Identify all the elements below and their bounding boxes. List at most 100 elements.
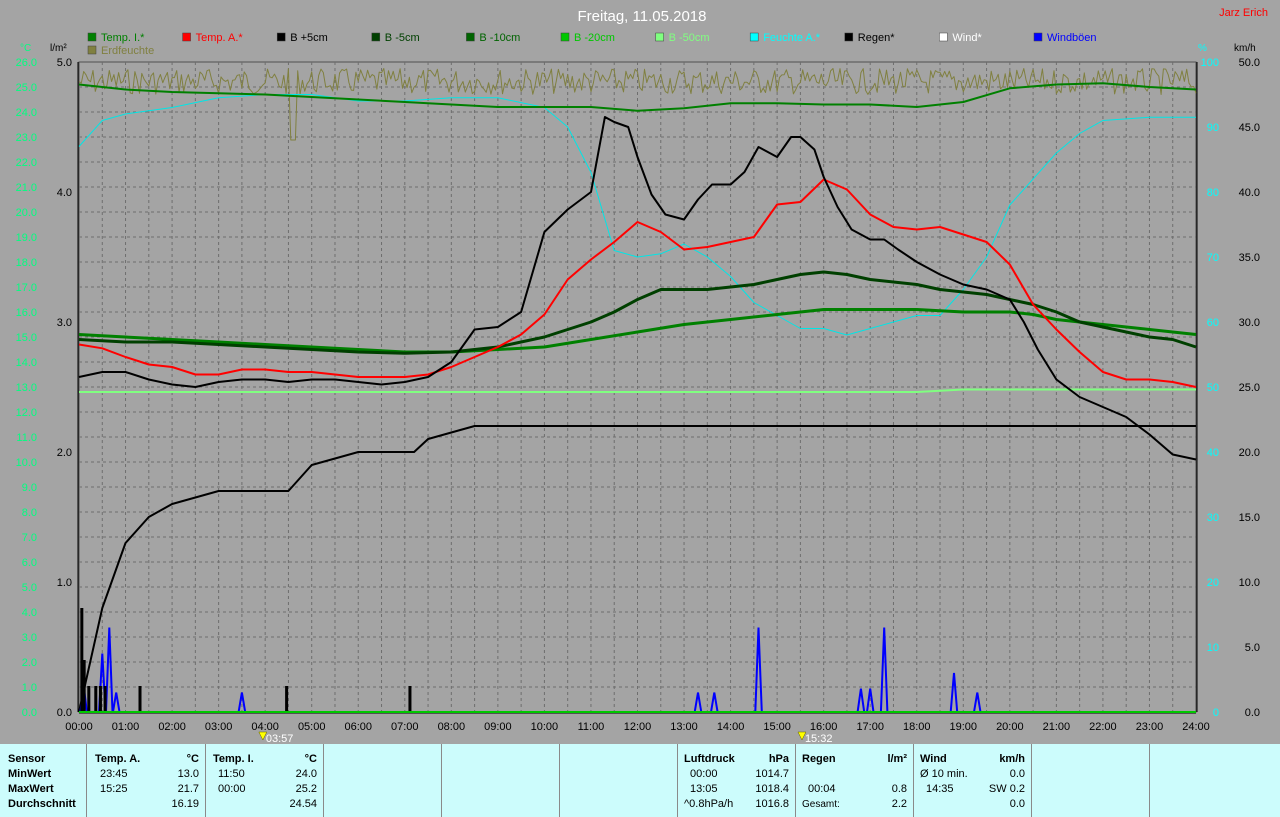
humidity-tick-label: 100 — [1201, 57, 1219, 69]
humidity-tick-label: 10 — [1207, 642, 1219, 654]
time-tick-label: 23:00 — [1136, 721, 1164, 733]
time-tick-label: 20:00 — [996, 721, 1024, 733]
temp-tick-label: 13.0 — [16, 382, 37, 394]
legend-swatch — [87, 32, 97, 42]
rain-bar — [138, 686, 142, 712]
temp-tick-label: 20.0 — [16, 207, 37, 219]
legend-label: Regen* — [858, 32, 895, 44]
temp-tick-label: 23.0 — [16, 132, 37, 144]
rain-bar — [103, 686, 107, 712]
wind-tick-label: 15.0 — [1239, 512, 1260, 524]
time-tick-label: 04:00 — [251, 721, 279, 733]
temp-i-avg: 24.54 — [289, 798, 317, 810]
humidity-tick-label: 40 — [1207, 447, 1219, 459]
rain-tick-label: 3.0 — [57, 317, 72, 329]
rain-bar — [408, 686, 412, 712]
pressure-trend: ^0.8hPa/h — [684, 798, 734, 810]
wind-tick-label: 25.0 — [1239, 382, 1260, 394]
wind-tick-label: 35.0 — [1239, 252, 1260, 264]
wind-tick-label: 50.0 — [1239, 57, 1260, 69]
rain-bar — [285, 686, 289, 712]
temp-tick-label: 5.0 — [22, 582, 37, 594]
station-name: Jarz Erich — [1219, 7, 1268, 19]
rain-bar — [87, 686, 91, 712]
wind-tick-label: 40.0 — [1239, 187, 1260, 199]
temp-tick-label: 7.0 — [22, 532, 37, 544]
sensor-header: Sensor — [8, 753, 46, 765]
humidity-tick-label: 60 — [1207, 317, 1219, 329]
pressure-header: Luftdruck — [684, 753, 735, 765]
time-tick-label: 21:00 — [1043, 721, 1071, 733]
wind-tick-label: 10.0 — [1239, 577, 1260, 589]
temp-a-max-time: 15:25 — [100, 783, 128, 795]
time-tick-label: 15:00 — [763, 721, 791, 733]
temp-tick-label: 8.0 — [22, 507, 37, 519]
legend-label: Temp. I.* — [101, 32, 145, 44]
time-tick-label: 17:00 — [856, 721, 884, 733]
legend-swatch — [560, 32, 570, 42]
time-tick-label: 22:00 — [1089, 721, 1117, 733]
wind-max-dir: SW 0.2 — [988, 783, 1025, 795]
legend-label: B -50cm — [669, 32, 710, 44]
wind-avg-label: Ø 10 min. — [920, 768, 968, 780]
right-pct-unit: % — [1198, 43, 1207, 54]
pressure-unit: hPa — [768, 753, 789, 765]
temp-tick-label: 12.0 — [16, 407, 37, 419]
temp-i-header: Temp. I. — [213, 753, 254, 765]
pressure-max-time: 13:05 — [690, 783, 718, 795]
rain-tick-label: 0.0 — [57, 707, 72, 719]
temp-tick-label: 15.0 — [16, 332, 37, 344]
sun-marker-label: 03:57 — [266, 733, 294, 744]
time-tick-label: 06:00 — [344, 721, 372, 733]
humidity-tick-label: 70 — [1207, 252, 1219, 264]
temp-i-min: 24.0 — [295, 768, 317, 780]
legend-label: B -10cm — [479, 32, 520, 44]
rain-tick-label: 1.0 — [57, 577, 72, 589]
weather-chart: Freitag, 11.05.2018 Jarz Erich Temp. I.*… — [0, 0, 1280, 744]
temp-tick-label: 26.0 — [16, 57, 37, 69]
temp-tick-label: 18.0 — [16, 257, 37, 269]
temp-tick-label: 3.0 — [22, 632, 37, 644]
time-tick-label: 11:00 — [578, 721, 605, 733]
time-tick-label: 02:00 — [158, 721, 186, 733]
humidity-tick-label: 80 — [1207, 187, 1219, 199]
wind-last: 0.0 — [1009, 798, 1025, 810]
time-tick-label: 09:00 — [484, 721, 512, 733]
legend-swatch — [939, 32, 948, 42]
temp-tick-label: 10.0 — [16, 457, 37, 469]
time-tick-label: 24:00 — [1182, 721, 1210, 733]
rain-max: 0.8 — [891, 783, 907, 795]
legend-label: Windböen — [1047, 32, 1097, 44]
wind-tick-label: 0.0 — [1245, 707, 1260, 719]
wind-tick-label: 20.0 — [1239, 447, 1260, 459]
temp-tick-label: 16.0 — [16, 307, 37, 319]
chart-title: Freitag, 11.05.2018 — [578, 8, 707, 25]
humidity-tick-label: 90 — [1207, 122, 1219, 134]
rain-total-label: Gesamt: — [802, 799, 840, 810]
pressure-min-time: 00:00 — [690, 768, 718, 780]
legend-swatch — [844, 32, 854, 42]
temp-a-header: Temp. A. — [95, 753, 141, 765]
humidity-tick-label: 30 — [1207, 512, 1219, 524]
wind-unit: km/h — [999, 753, 1025, 765]
wind-max-time: 14:35 — [926, 783, 954, 795]
row-avg-label: Durchschnitt — [8, 798, 76, 810]
legend-swatch — [371, 32, 381, 42]
time-tick-label: 03:00 — [205, 721, 233, 733]
temp-tick-label: 9.0 — [22, 482, 37, 494]
rain-tick-label: 4.0 — [57, 187, 72, 199]
wind-header: Wind — [920, 753, 947, 765]
temp-tick-label: 25.0 — [16, 82, 37, 94]
rain-total: 2.2 — [891, 798, 907, 810]
time-tick-label: 18:00 — [903, 721, 931, 733]
time-tick-label: 05:00 — [298, 721, 326, 733]
rain-bar — [94, 686, 98, 712]
temp-tick-label: 22.0 — [16, 157, 37, 169]
legend-swatch — [749, 32, 759, 42]
rain-max-time: 00:04 — [808, 783, 836, 795]
left-temp-unit: °C — [20, 43, 31, 54]
temp-tick-label: 24.0 — [16, 107, 37, 119]
pressure-min: 1014.7 — [755, 768, 789, 780]
wind-tick-label: 30.0 — [1239, 317, 1260, 329]
time-tick-label: 19:00 — [950, 721, 978, 733]
